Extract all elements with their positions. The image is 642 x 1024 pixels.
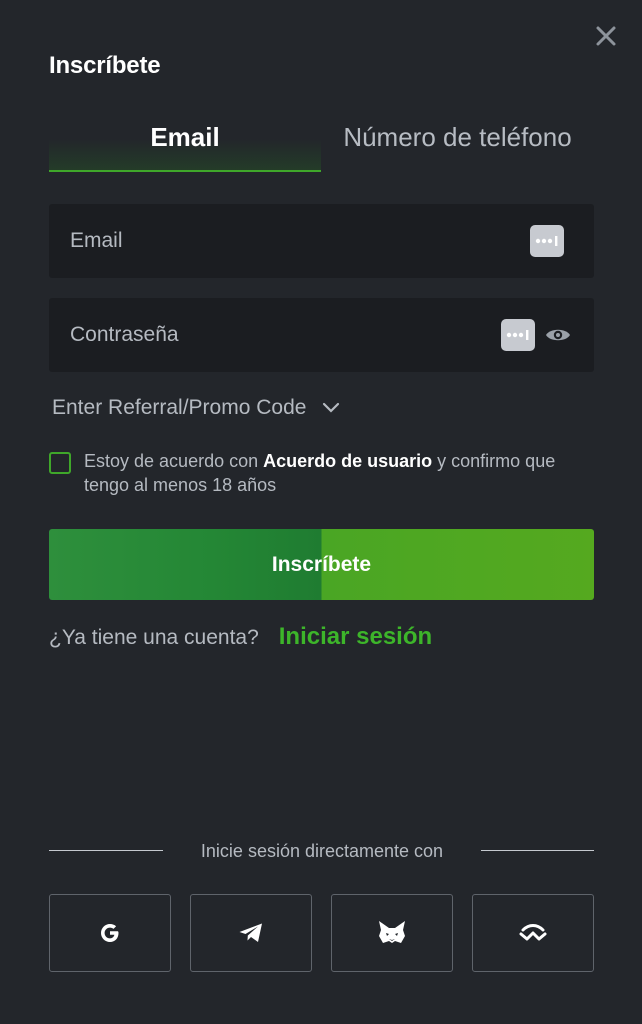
divider-line-right [481,850,594,851]
email-placeholder: Email [70,229,123,252]
telegram-login-button[interactable] [190,894,312,972]
agreement-row: Estoy de acuerdo con Acuerdo de usuario … [49,449,594,499]
social-login-divider: Inicie sesión directamente con [49,838,594,864]
promo-code-label: Enter Referral/Promo Code [52,396,307,419]
password-manager-button[interactable] [530,225,564,257]
agreement-checkbox[interactable] [49,452,71,474]
close-icon [596,26,616,46]
password-field[interactable]: Contraseña [49,298,594,372]
login-link[interactable]: Iniciar sesión [279,623,432,651]
signup-button[interactable]: Inscríbete [49,529,594,600]
dialog-title: Inscríbete [49,52,161,79]
divider-line-left [49,850,163,851]
login-question: ¿Ya tiene una cuenta? [49,626,259,649]
show-password-button[interactable] [544,322,572,348]
tab-email[interactable]: Email [49,112,321,172]
tab-phone-number[interactable]: Número de teléfono [321,112,594,172]
metamask-login-button[interactable] [331,894,453,972]
walletconnect-login-button[interactable] [472,894,594,972]
password-manager-icon [535,236,558,246]
password-placeholder: Contraseña [70,323,179,346]
active-tab-indicator [49,170,321,172]
signup-dialog: Inscríbete Email Número de teléfono Emai… [0,0,642,1024]
email-field[interactable]: Email [49,204,594,278]
google-icon [101,924,119,942]
password-manager-icon [506,330,529,340]
promo-code-toggle[interactable]: Enter Referral/Promo Code [52,396,340,420]
user-agreement-link[interactable]: Acuerdo de usuario [263,451,432,471]
walletconnect-icon [519,924,547,941]
telegram-icon [239,923,262,942]
agreement-text: Estoy de acuerdo con Acuerdo de usuario … [84,451,556,495]
chevron-down-icon [323,402,340,413]
metamask-icon [379,921,405,943]
eye-icon [546,329,570,341]
signup-method-tabs: Email Número de teléfono [49,112,594,172]
close-button[interactable] [592,22,620,50]
login-prompt: ¿Ya tiene una cuenta? Iniciar sesión [49,623,432,651]
social-login-label: Inicie sesión directamente con [200,841,444,861]
password-manager-button[interactable] [501,319,535,351]
google-login-button[interactable] [49,894,171,972]
